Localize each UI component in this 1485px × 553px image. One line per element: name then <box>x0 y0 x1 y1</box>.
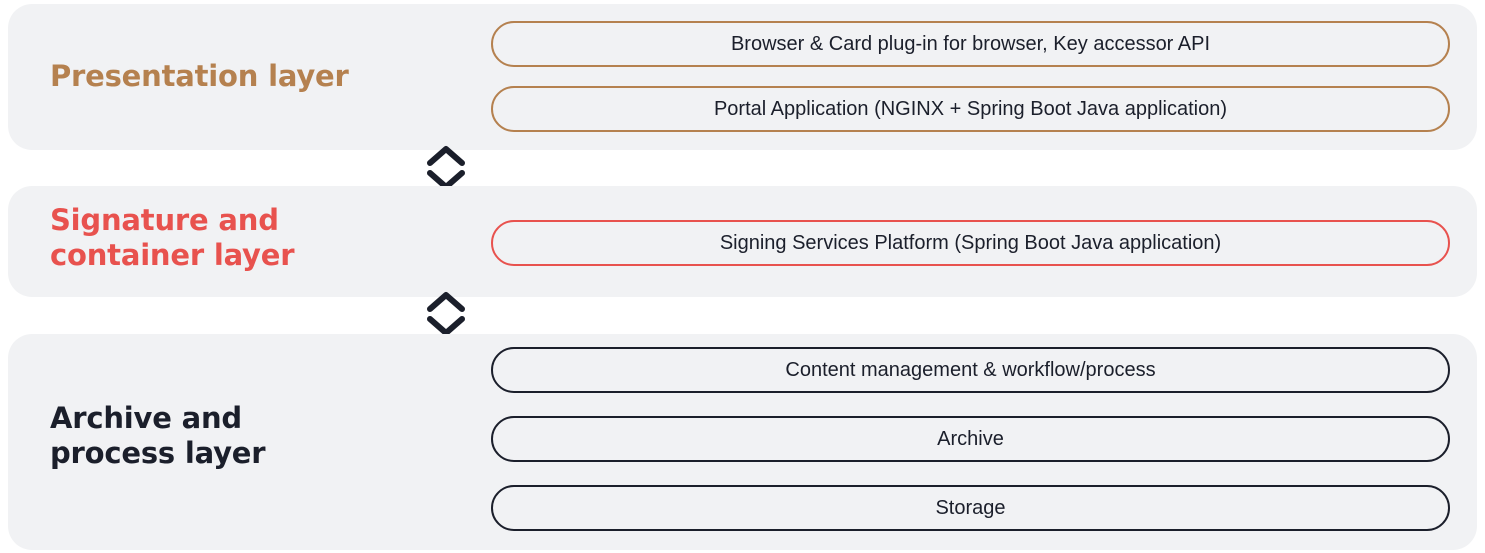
component-label: Archive <box>937 428 1004 450</box>
up-down-chevron-icon <box>427 146 465 190</box>
presentation-layer-panel: Presentation layer Browser & Card plug-i… <box>8 4 1477 150</box>
up-down-chevron-icon <box>427 292 465 336</box>
component-label: Content management & workflow/process <box>785 359 1156 381</box>
component-label: Browser & Card plug-in for browser, Key … <box>730 33 1211 55</box>
component-portal-application: Portal Application (NGINX + Spring Boot … <box>491 86 1450 132</box>
component-label: Portal Application (NGINX + Spring Boot … <box>713 98 1228 120</box>
component-signing-services-platform: Signing Services Platform (Spring Boot J… <box>491 220 1450 266</box>
archive-process-layer-panel: Archive and process layer Content manage… <box>8 334 1477 550</box>
component-label: Signing Services Platform (Spring Boot J… <box>719 232 1222 254</box>
component-content-management: Content management & workflow/process <box>491 347 1450 393</box>
component-browser-card-plugin: Browser & Card plug-in for browser, Key … <box>491 21 1450 67</box>
signature-container-layer-panel: Signature and container layer Signing Se… <box>8 186 1477 297</box>
archive-process-layer-title: Archive and process layer <box>50 401 266 470</box>
component-label: Storage <box>935 497 1006 519</box>
component-storage: Storage <box>491 485 1450 531</box>
presentation-layer-title: Presentation layer <box>50 59 349 93</box>
signature-container-layer-title: Signature and container layer <box>50 203 295 272</box>
component-archive: Archive <box>491 416 1450 462</box>
